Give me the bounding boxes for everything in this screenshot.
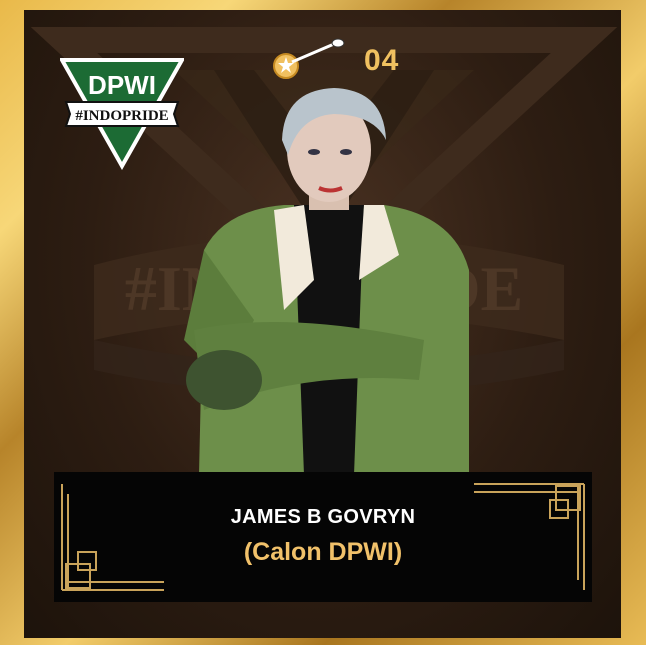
coin-counter: 04 (272, 38, 399, 84)
player-name: JAMES B GOVRYN (230, 506, 416, 528)
player-role: (Calon DPWI) (243, 538, 403, 566)
coin-icon (273, 38, 345, 79)
coin-count: 04 (364, 44, 400, 77)
name-plate-border (61, 483, 585, 591)
character-portrait (184, 88, 469, 475)
logo-title: DPWI (88, 70, 156, 100)
badge-panel: #INDOPRIDE DPWI #INDOPRIDE 04 (24, 10, 621, 638)
logo-tagline: #INDOPRIDE (75, 108, 168, 124)
name-plate: JAMES B GOVRYN (Calon DPWI) (54, 472, 592, 602)
